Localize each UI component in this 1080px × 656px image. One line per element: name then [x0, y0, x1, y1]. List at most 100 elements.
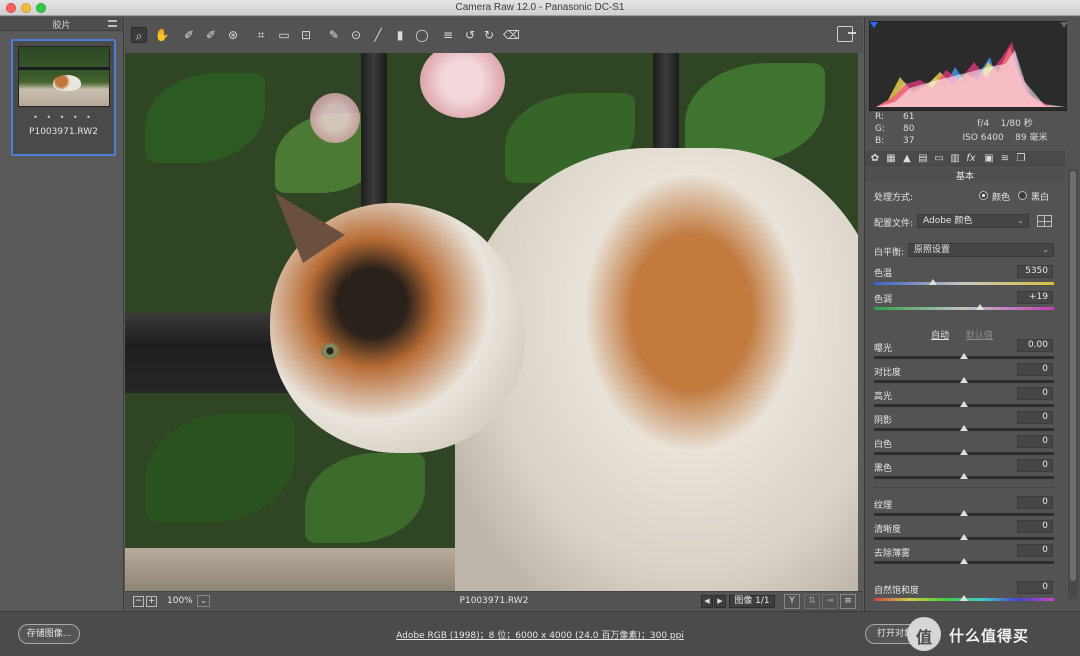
targeted-adjustment-tool-icon[interactable]: ⊛	[225, 27, 241, 43]
temperature-value[interactable]: 5350	[1017, 265, 1053, 278]
contrast-value[interactable]: 0	[1017, 363, 1053, 376]
transform-tool-icon[interactable]: ⊡	[298, 27, 314, 43]
red-value: 61	[903, 112, 915, 122]
tab-hsl-icon[interactable]: ▤	[917, 153, 929, 165]
profile-browser-icon[interactable]	[1037, 215, 1052, 227]
clarity-slider-knob[interactable]	[960, 534, 968, 540]
white-balance-dropdown[interactable]: 原照设置 ⌄	[908, 243, 1054, 257]
filmstrip-header: 胶片	[0, 17, 123, 31]
tab-detail-icon[interactable]: ▲	[901, 153, 913, 165]
tab-effects-icon[interactable]: fx	[965, 153, 977, 165]
chevron-down-icon: ⌄	[1017, 216, 1024, 225]
white-balance-tool-icon[interactable]: ✐	[181, 27, 197, 43]
whites-slider-knob[interactable]	[960, 449, 968, 455]
shutter-speed: 1/80 秒	[1000, 119, 1033, 129]
filmstrip-thumbnail[interactable]: • • • • • P1003971.RW2	[11, 39, 116, 156]
aperture: f/4	[977, 119, 990, 129]
contrast-slider-knob[interactable]	[960, 377, 968, 383]
hand-tool-icon[interactable]: ✋	[154, 27, 170, 43]
clarity-value[interactable]: 0	[1017, 520, 1053, 533]
temperature-slider-knob[interactable]	[929, 279, 937, 285]
profile-value: Adobe 颜色	[923, 216, 973, 226]
dehaze-label: 去除薄雾	[874, 549, 911, 559]
color-sampler-tool-icon[interactable]: ✐	[203, 27, 219, 43]
whites-label: 白色	[874, 440, 893, 450]
shadows-slider-knob[interactable]	[960, 425, 968, 431]
preferences-icon[interactable]: ≡	[440, 27, 456, 43]
texture-slider-knob[interactable]	[960, 510, 968, 516]
vibrance-slider-knob[interactable]	[960, 595, 968, 601]
exposure-label: 曝光	[874, 344, 893, 354]
zoom-tool-icon[interactable]: ⌕	[131, 27, 147, 43]
temperature-slider[interactable]	[874, 282, 1054, 285]
canvas-status-bar: − + 100% ⌄ P1003971.RW2 ◀ ▶ 图像 1/1 Y ⇅ ⇥…	[125, 591, 863, 611]
texture-value[interactable]: 0	[1017, 496, 1053, 509]
tint-value[interactable]: +19	[1017, 291, 1053, 304]
auto-button[interactable]: 自动	[931, 328, 949, 341]
tab-calibration-icon[interactable]: ▣	[983, 153, 995, 165]
toggle-settings-button[interactable]: ≡	[840, 594, 856, 609]
filmstrip-panel: 胶片 • • • • • P1003971.RW2	[0, 17, 124, 611]
previous-image-button[interactable]: ◀	[701, 595, 713, 608]
trash-icon[interactable]: ⌫	[503, 27, 520, 43]
tint-label: 色调	[874, 295, 893, 305]
whites-value[interactable]: 0	[1017, 435, 1053, 448]
vibrance-value[interactable]: 0	[1017, 581, 1053, 594]
exposure-slider-knob[interactable]	[960, 353, 968, 359]
profile-dropdown[interactable]: Adobe 颜色 ⌄	[917, 214, 1029, 228]
highlights-value[interactable]: 0	[1017, 387, 1053, 400]
rotate-cw-icon[interactable]: ↻	[481, 27, 497, 43]
treatment-color-radio[interactable]	[979, 191, 988, 200]
image-canvas[interactable]	[125, 53, 858, 591]
graduated-filter-tool-icon[interactable]: ▮	[392, 27, 408, 43]
default-button[interactable]: 默认值	[966, 328, 993, 341]
before-after-view-button[interactable]: Y	[784, 594, 800, 609]
panel-scrollbar[interactable]	[1068, 169, 1078, 599]
copy-settings-button[interactable]: ⇥	[822, 594, 838, 609]
treatment-bw-radio[interactable]	[1018, 191, 1027, 200]
white-balance-label: 白平衡:	[874, 248, 905, 258]
tab-presets-icon[interactable]: ≋	[999, 153, 1011, 165]
tab-snapshots-icon[interactable]: ❐	[1015, 153, 1027, 165]
thumbnail-rating[interactable]: • • • • •	[13, 113, 114, 122]
white-balance-value: 原照设置	[914, 245, 951, 255]
blacks-slider-knob[interactable]	[960, 473, 968, 479]
filmstrip-title: 胶片	[52, 21, 71, 31]
blacks-label: 黑色	[874, 464, 893, 474]
next-image-button[interactable]: ▶	[714, 595, 726, 608]
tab-split-toning-icon[interactable]: ▭	[933, 153, 945, 165]
adjustments-panel: R: 61 G: 80 B: 37 f/4 1/80 秒 ISO 6400 89 毫米…	[864, 17, 1080, 611]
tab-basic-icon[interactable]: ✿	[869, 153, 881, 165]
tab-tone-curve-icon[interactable]: ▦	[885, 153, 897, 165]
filmstrip-menu-icon[interactable]	[108, 20, 117, 27]
shadows-label: 阴影	[874, 416, 893, 426]
crop-tool-icon[interactable]: ⌗	[253, 27, 269, 43]
window-title: Camera Raw 12.0 - Panasonic DC-S1	[455, 2, 625, 13]
spot-removal-tool-icon[interactable]: ✎	[326, 27, 342, 43]
highlights-label: 高光	[874, 392, 893, 402]
exposure-value[interactable]: 0.00	[1017, 339, 1053, 352]
blacks-value[interactable]: 0	[1017, 459, 1053, 472]
radial-filter-tool-icon[interactable]: ◯	[414, 27, 430, 43]
swap-settings-button[interactable]: ⇅	[804, 594, 820, 609]
highlights-slider-knob[interactable]	[960, 401, 968, 407]
green-value: 80	[903, 124, 915, 134]
watermark-logo-icon	[907, 617, 941, 651]
dehaze-value[interactable]: 0	[1017, 544, 1053, 557]
focal-length: 89 毫米	[1015, 133, 1048, 143]
section-title-basic: 基本	[865, 169, 1065, 182]
adjustment-brush-tool-icon[interactable]: ╱	[370, 27, 386, 43]
rotate-ccw-icon[interactable]: ↺	[462, 27, 478, 43]
red-eye-tool-icon[interactable]: ⊙	[348, 27, 364, 43]
iso: ISO 6400	[962, 133, 1004, 143]
dehaze-slider-knob[interactable]	[960, 558, 968, 564]
rgb-readout: R: 61 G: 80 B: 37	[875, 112, 915, 146]
thumbnail-filename: P1003971.RW2	[29, 127, 98, 137]
tint-slider-knob[interactable]	[976, 304, 984, 310]
camera-info: f/4 1/80 秒 ISO 6400 89 毫米	[945, 117, 1065, 145]
tint-slider[interactable]	[874, 307, 1054, 310]
toggle-fullscreen-icon[interactable]	[837, 26, 856, 42]
tab-lens-icon[interactable]: ▥	[949, 153, 961, 165]
shadows-value[interactable]: 0	[1017, 411, 1053, 424]
straighten-tool-icon[interactable]: ▭	[276, 27, 292, 43]
